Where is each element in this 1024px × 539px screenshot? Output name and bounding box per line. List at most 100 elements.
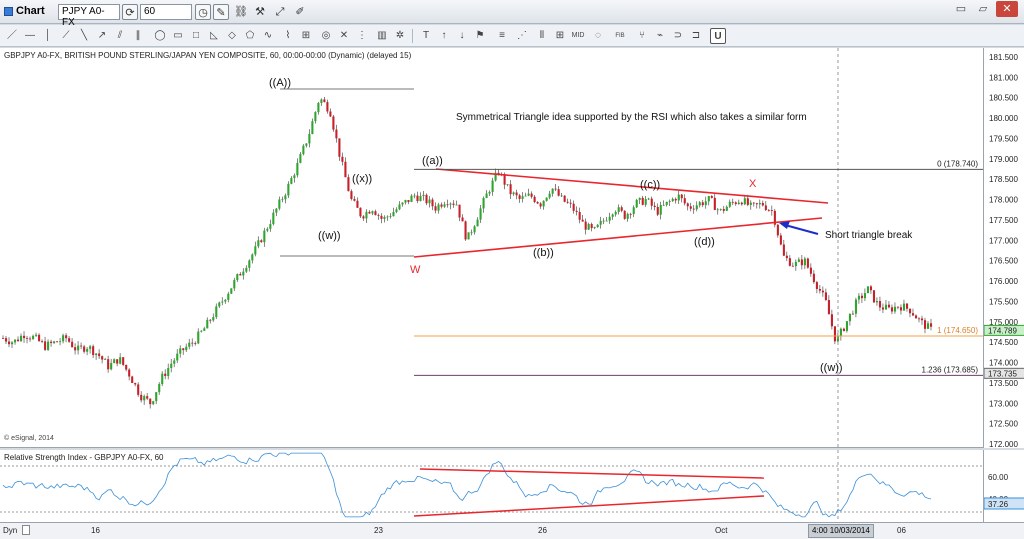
expand-icon[interactable]: ⤢ bbox=[272, 4, 288, 20]
dynamic-mode-label[interactable]: Dyn bbox=[3, 526, 17, 535]
text-icon[interactable]: T bbox=[418, 28, 434, 44]
grid-icon[interactable]: ⊞ bbox=[552, 28, 568, 44]
diamond-icon[interactable]: ◇ bbox=[224, 28, 240, 44]
candle-body bbox=[329, 111, 332, 117]
bar-icon[interactable]: ▥ bbox=[374, 28, 390, 44]
scroll-handle[interactable] bbox=[22, 525, 30, 535]
candle-body bbox=[308, 133, 311, 144]
mid-icon[interactable]: MID bbox=[570, 28, 586, 44]
triangle-upper-line bbox=[435, 168, 829, 204]
candle-body bbox=[431, 199, 434, 207]
dots-icon[interactable]: ⋮ bbox=[354, 28, 370, 44]
rsi-pane-caption: Relative Strength Index - GBPJPY A0-FX, … bbox=[4, 453, 164, 462]
restore-icon[interactable]: ▱ bbox=[972, 1, 994, 17]
tag-icon[interactable]: ✐ bbox=[292, 4, 308, 20]
rsi-pane[interactable]: Relative Strength Index - GBPJPY A0-FX, … bbox=[0, 450, 983, 522]
cursor-time-label: 4:00 10/03/2014 bbox=[808, 524, 874, 538]
candle-body bbox=[266, 228, 269, 231]
wave-tool-icon[interactable]: ∿ bbox=[260, 28, 276, 44]
pentagon-icon[interactable]: ⬠ bbox=[242, 28, 258, 44]
fib-fan-icon[interactable]: ⋰ bbox=[514, 28, 530, 44]
arrow-line-icon[interactable]: ↗ bbox=[94, 28, 110, 44]
fib-time-icon[interactable]: ⦀ bbox=[534, 28, 550, 44]
ray-icon[interactable]: ⟋ bbox=[58, 28, 74, 44]
ruler-icon[interactable]: ⊞ bbox=[298, 28, 314, 44]
candle-body bbox=[653, 205, 656, 207]
candle-body bbox=[731, 201, 734, 203]
line-icon[interactable]: ／ bbox=[4, 28, 20, 44]
segment-icon[interactable]: ╲ bbox=[76, 28, 92, 44]
fib-ext-icon[interactable]: FIB EXT bbox=[610, 28, 630, 55]
candle-body bbox=[314, 112, 317, 122]
candle-body bbox=[683, 198, 686, 204]
rsi-axis[interactable]: 60.00 40.00 37.26 bbox=[983, 450, 1024, 522]
candle-body bbox=[761, 202, 764, 206]
candle-body bbox=[86, 348, 89, 352]
ellipse2-icon[interactable]: ⊃ bbox=[670, 28, 686, 44]
candle-body bbox=[860, 295, 864, 299]
flag-icon[interactable]: ⚑ bbox=[472, 28, 488, 44]
price-axis[interactable]: 181.500 181.000 180.500 180.000 179.500 179.0… bbox=[983, 48, 1024, 448]
candle-body bbox=[677, 194, 680, 201]
channel-icon[interactable]: ⫽ bbox=[112, 28, 128, 44]
interval-input[interactable]: 60 bbox=[140, 4, 192, 20]
arrow-up-icon[interactable]: ↑ bbox=[436, 28, 452, 44]
candle-body bbox=[557, 189, 560, 196]
triangle-icon[interactable]: ◺ bbox=[206, 28, 222, 44]
wrench-icon[interactable]: ⚒ bbox=[252, 4, 268, 20]
candle-body bbox=[872, 290, 876, 303]
candle-body bbox=[257, 240, 260, 247]
candle-body bbox=[422, 194, 425, 197]
price-tick-label: 180.500 bbox=[989, 94, 1018, 103]
candle-body bbox=[182, 348, 185, 351]
candle-body bbox=[884, 304, 888, 310]
candle-body bbox=[890, 307, 894, 312]
cycle-icon[interactable]: ◌ bbox=[590, 28, 606, 44]
minimize-icon[interactable]: ▭ bbox=[950, 1, 972, 17]
cross-icon[interactable]: ✕ bbox=[336, 28, 352, 44]
hline-icon[interactable]: — bbox=[22, 28, 38, 44]
candle-body bbox=[284, 195, 287, 200]
link-icon[interactable]: ⛓ bbox=[233, 4, 249, 20]
candle-body bbox=[5, 338, 8, 342]
candle-body bbox=[893, 306, 897, 312]
clock-icon[interactable]: ◷ bbox=[195, 4, 211, 20]
candle-body bbox=[713, 197, 716, 210]
candle-body bbox=[455, 204, 458, 206]
wave-icon[interactable]: ⌁ bbox=[652, 28, 668, 44]
ellipse-icon[interactable]: ◯ bbox=[152, 28, 168, 44]
candle-body bbox=[452, 203, 455, 205]
symbol-input[interactable]: PJPY A0-FX bbox=[58, 4, 120, 28]
arrow-down-icon[interactable]: ↓ bbox=[454, 28, 470, 44]
pitchfork-icon[interactable]: ⑂ bbox=[634, 28, 650, 44]
candle-body bbox=[587, 224, 590, 230]
rsi-axis-svg: 60.00 40.00 37.26 bbox=[984, 473, 1024, 510]
candle-body bbox=[896, 306, 900, 308]
rect-icon[interactable]: ▭ bbox=[170, 28, 186, 44]
parallel-icon[interactable]: ∥ bbox=[130, 28, 146, 44]
rect-filled-icon[interactable]: □ bbox=[188, 28, 204, 44]
pencil-icon[interactable]: ✎ bbox=[213, 4, 229, 20]
vline-icon[interactable]: │ bbox=[40, 28, 56, 44]
u-icon[interactable]: U bbox=[710, 28, 726, 44]
close-icon[interactable]: ✕ bbox=[996, 1, 1018, 17]
magnet-icon[interactable]: ⊐ bbox=[688, 28, 704, 44]
candle-body bbox=[425, 194, 428, 204]
time-label-oct: Oct bbox=[715, 526, 728, 535]
candle-body bbox=[374, 211, 377, 216]
candle-body bbox=[275, 208, 278, 213]
circle-tool-icon[interactable]: ◎ bbox=[318, 28, 334, 44]
price-tick-label: 178.500 bbox=[989, 175, 1018, 184]
candle-body bbox=[203, 328, 206, 331]
time-axis[interactable]: Dyn 16 23 26 Oct 06 4:00 10/03/2014 bbox=[0, 522, 1024, 539]
candle-body bbox=[512, 192, 515, 195]
candle-body bbox=[848, 313, 852, 322]
zigzag-icon[interactable]: ⌇ bbox=[280, 28, 296, 44]
candle-body bbox=[776, 224, 779, 236]
candle-body bbox=[740, 202, 743, 205]
candle-body bbox=[716, 209, 719, 211]
price-chart-pane[interactable]: ((A)) ((x)) ((w)) ((a)) ((b)) ((c)) ((d)… bbox=[0, 48, 983, 448]
fib-icon[interactable]: ≡ bbox=[494, 28, 510, 44]
spiral-icon[interactable]: ✲ bbox=[392, 28, 408, 44]
refresh-icon[interactable]: ⟳ bbox=[122, 4, 138, 20]
